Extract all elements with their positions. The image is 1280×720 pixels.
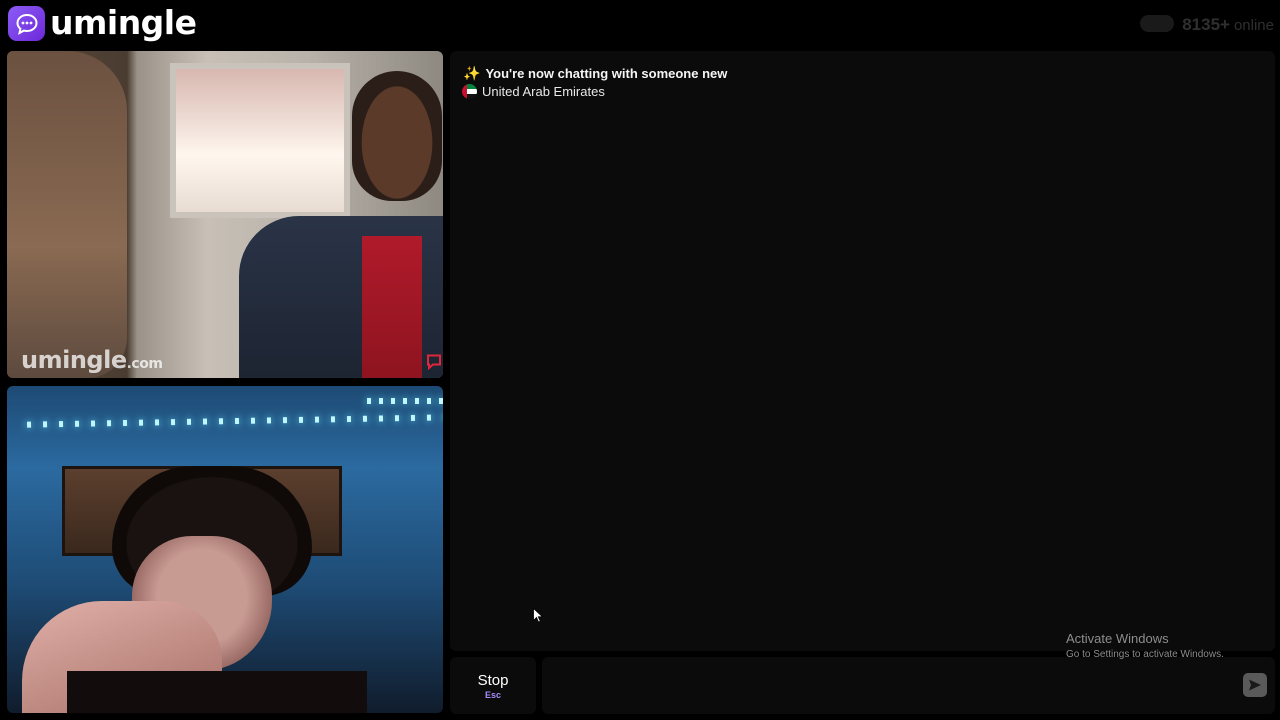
chat-country-line: United Arab Emirates <box>462 84 605 99</box>
activate-windows-title: Activate Windows <box>1066 631 1169 646</box>
mouse-cursor-icon <box>533 608 543 623</box>
chat-country-text: United Arab Emirates <box>482 84 605 99</box>
online-label: online <box>1233 17 1274 34</box>
local-video <box>7 386 443 713</box>
video-watermark: umingle.com <box>21 346 163 374</box>
stop-button[interactable]: Stop Esc <box>450 657 536 714</box>
remote-background-window <box>170 63 350 218</box>
remote-person-face <box>352 71 442 201</box>
local-person-shirt <box>67 671 367 713</box>
online-count: 8135+ <box>1182 15 1230 34</box>
send-button[interactable] <box>1243 673 1267 697</box>
chat-panel: ✨ You're now chatting with someone new U… <box>450 51 1275 651</box>
remote-video: umingle.com <box>7 51 443 378</box>
uae-flag-icon <box>462 84 477 99</box>
sparkles-icon: ✨ <box>463 65 481 81</box>
chat-bubble-logo-icon[interactable] <box>8 6 45 41</box>
online-indicator: 8135+ online <box>1140 13 1274 35</box>
led-lights <box>26 414 443 428</box>
activate-windows-subtitle: Go to Settings to activate Windows. <box>1066 649 1224 660</box>
message-box <box>542 657 1275 714</box>
theme-toggle[interactable] <box>1140 15 1175 32</box>
chat-status-message: ✨ You're now chatting with someone new <box>463 65 727 82</box>
stop-button-label: Stop <box>477 671 509 689</box>
led-lights-upper <box>367 398 443 404</box>
remote-person-shirt <box>362 236 422 378</box>
chat-status-text: You're now chatting with someone new <box>485 66 728 81</box>
top-bar: umingle 8135+ online <box>0 0 1280 48</box>
send-arrow-icon <box>1249 679 1261 691</box>
app-logo-text[interactable]: umingle <box>50 3 197 42</box>
report-flag-icon[interactable] <box>424 353 443 371</box>
stop-shortcut-hint: Esc <box>484 689 501 700</box>
remote-person-left <box>7 51 127 378</box>
message-input[interactable] <box>552 665 1232 705</box>
activate-windows-notice: Activate Windows Go to Settings to activ… <box>1066 631 1224 660</box>
